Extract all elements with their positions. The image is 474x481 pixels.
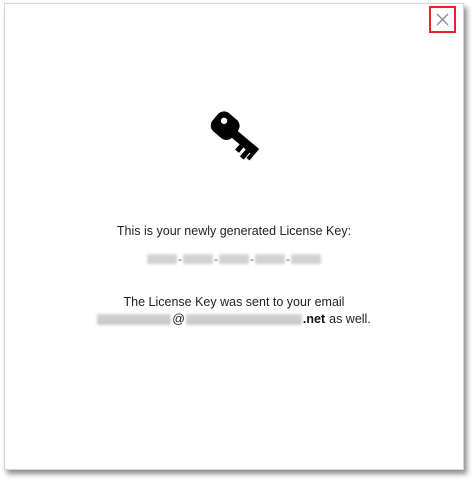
email-domain-redacted: [185, 313, 302, 325]
license-key-segment-redacted: [219, 254, 249, 264]
email-at-sign: @: [172, 312, 185, 326]
license-key-segment-redacted: [291, 254, 321, 264]
key-icon: [201, 104, 267, 170]
email-tld: .net: [302, 312, 326, 326]
license-key-value: - - - -: [5, 253, 463, 265]
close-x-icon: [436, 13, 449, 26]
license-key-dialog: This is your newly generated License Key…: [4, 3, 464, 470]
license-key-segment-redacted: [147, 254, 177, 264]
license-key-heading: This is your newly generated License Key…: [116, 224, 352, 238]
license-key-segment-redacted: [183, 254, 213, 264]
email-tail-text: as well.: [329, 312, 371, 326]
email-address-line: @ .net as well.: [5, 312, 463, 326]
license-key-segment-redacted: [255, 254, 285, 264]
close-button[interactable]: [429, 6, 456, 33]
email-sent-message: The License Key was sent to your email: [123, 295, 345, 309]
email-user-redacted: [97, 313, 172, 325]
